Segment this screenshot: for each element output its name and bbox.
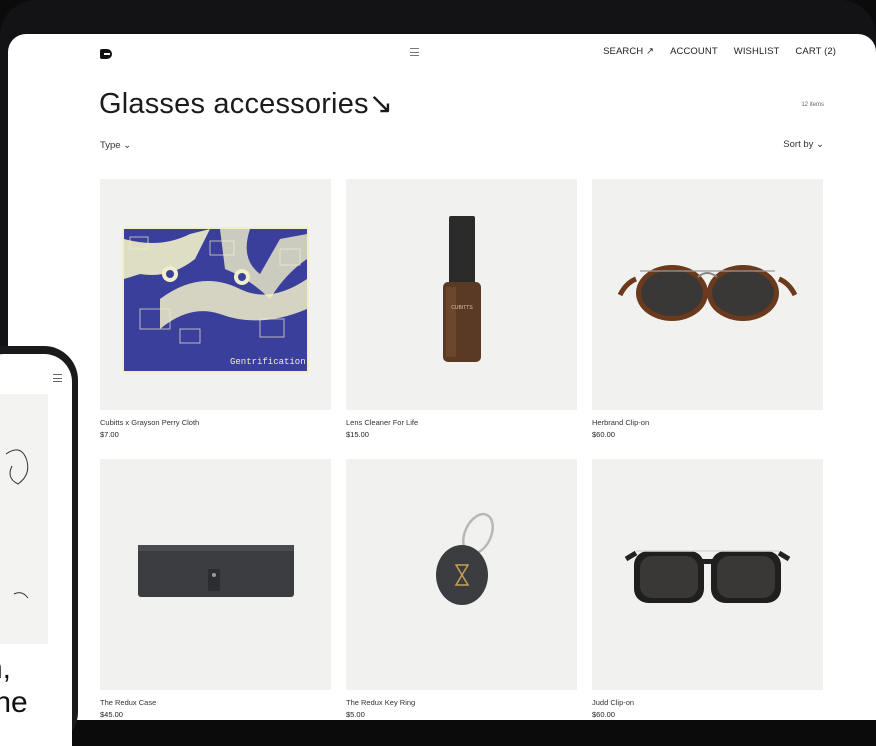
- phone-frame: n, the: [0, 346, 78, 746]
- product-price: $60.00: [592, 430, 615, 439]
- phone-headline-line-1: n,: [0, 652, 12, 685]
- cloth-illustration-icon: Gentrification: [122, 227, 309, 373]
- phone-headline-line-2: the: [0, 686, 28, 719]
- nav-cart[interactable]: CART (2): [795, 46, 836, 57]
- product-image-herbrand-clip-on[interactable]: [592, 179, 823, 410]
- svg-text:CUBITTS: CUBITTS: [451, 305, 473, 311]
- sunglasses-illustration-icon: [624, 550, 791, 603]
- product-price: $7.00: [100, 430, 119, 439]
- product-name[interactable]: Herbrand Clip-on: [592, 418, 823, 427]
- product-price: $15.00: [346, 430, 369, 439]
- tablet-frame: SEARCH ↗ ACCOUNT WISHLIST CART (2) Glass…: [0, 0, 876, 720]
- product-card[interactable]: Herbrand Clip-on $60.00: [592, 179, 823, 439]
- product-image-redux-case[interactable]: [100, 459, 331, 690]
- sunglasses-illustration-icon: [617, 265, 798, 321]
- item-count: 12 items: [801, 102, 824, 108]
- product-name[interactable]: The Redux Key Ring: [346, 698, 577, 707]
- product-card[interactable]: CUBITTS Lens Cleaner For Life $15.00: [346, 179, 577, 439]
- line-drawing-icon: [5, 449, 29, 599]
- leather-case-illustration-icon: [138, 545, 294, 597]
- product-image-lens-cleaner[interactable]: CUBITTS: [346, 179, 577, 410]
- product-price: $60.00: [592, 710, 615, 719]
- tablet-screen: SEARCH ↗ ACCOUNT WISHLIST CART (2) Glass…: [8, 34, 876, 720]
- product-price: $45.00: [100, 710, 123, 719]
- phone-headline: n, the: [0, 652, 28, 720]
- product-card[interactable]: The Redux Case $45.00: [100, 459, 331, 719]
- product-name[interactable]: Judd Clip-on: [592, 698, 823, 707]
- bottle-illustration-icon: CUBITTS: [443, 216, 481, 362]
- product-image-cloth[interactable]: Gentrification: [100, 179, 331, 410]
- page-title: Glasses accessories↘: [99, 88, 394, 120]
- product-name[interactable]: Lens Cleaner For Life: [346, 418, 577, 427]
- hamburger-menu-icon[interactable]: [410, 48, 419, 56]
- product-name[interactable]: The Redux Case: [100, 698, 331, 707]
- sort-dropdown[interactable]: Sort by ⌄: [783, 139, 824, 150]
- nav-account[interactable]: ACCOUNT: [670, 46, 718, 57]
- brand-logo[interactable]: [100, 49, 112, 59]
- phone-artwork: [0, 394, 48, 644]
- svg-text:Gentrification: Gentrification: [230, 357, 306, 367]
- product-card[interactable]: Gentrification Cubitts x Grayson Perry C…: [100, 179, 331, 439]
- product-image-redux-key-ring[interactable]: [346, 459, 577, 690]
- product-card[interactable]: The Redux Key Ring $5.00: [346, 459, 577, 719]
- type-filter-dropdown[interactable]: Type ⌄: [100, 140, 131, 151]
- product-image-judd-clip-on[interactable]: [592, 459, 823, 690]
- phone-screen: n, the: [0, 354, 72, 746]
- top-navigation: SEARCH ↗ ACCOUNT WISHLIST CART (2): [100, 46, 836, 62]
- phone-hamburger-menu-icon[interactable]: [53, 374, 62, 382]
- nav-wishlist[interactable]: WISHLIST: [734, 46, 780, 57]
- product-card[interactable]: Judd Clip-on $60.00: [592, 459, 823, 719]
- key-ring-illustration-icon: [436, 512, 495, 605]
- header-nav: SEARCH ↗ ACCOUNT WISHLIST CART (2): [603, 46, 836, 57]
- product-name[interactable]: Cubitts x Grayson Perry Cloth: [100, 418, 331, 427]
- nav-search[interactable]: SEARCH ↗: [603, 46, 654, 57]
- product-price: $5.00: [346, 710, 365, 719]
